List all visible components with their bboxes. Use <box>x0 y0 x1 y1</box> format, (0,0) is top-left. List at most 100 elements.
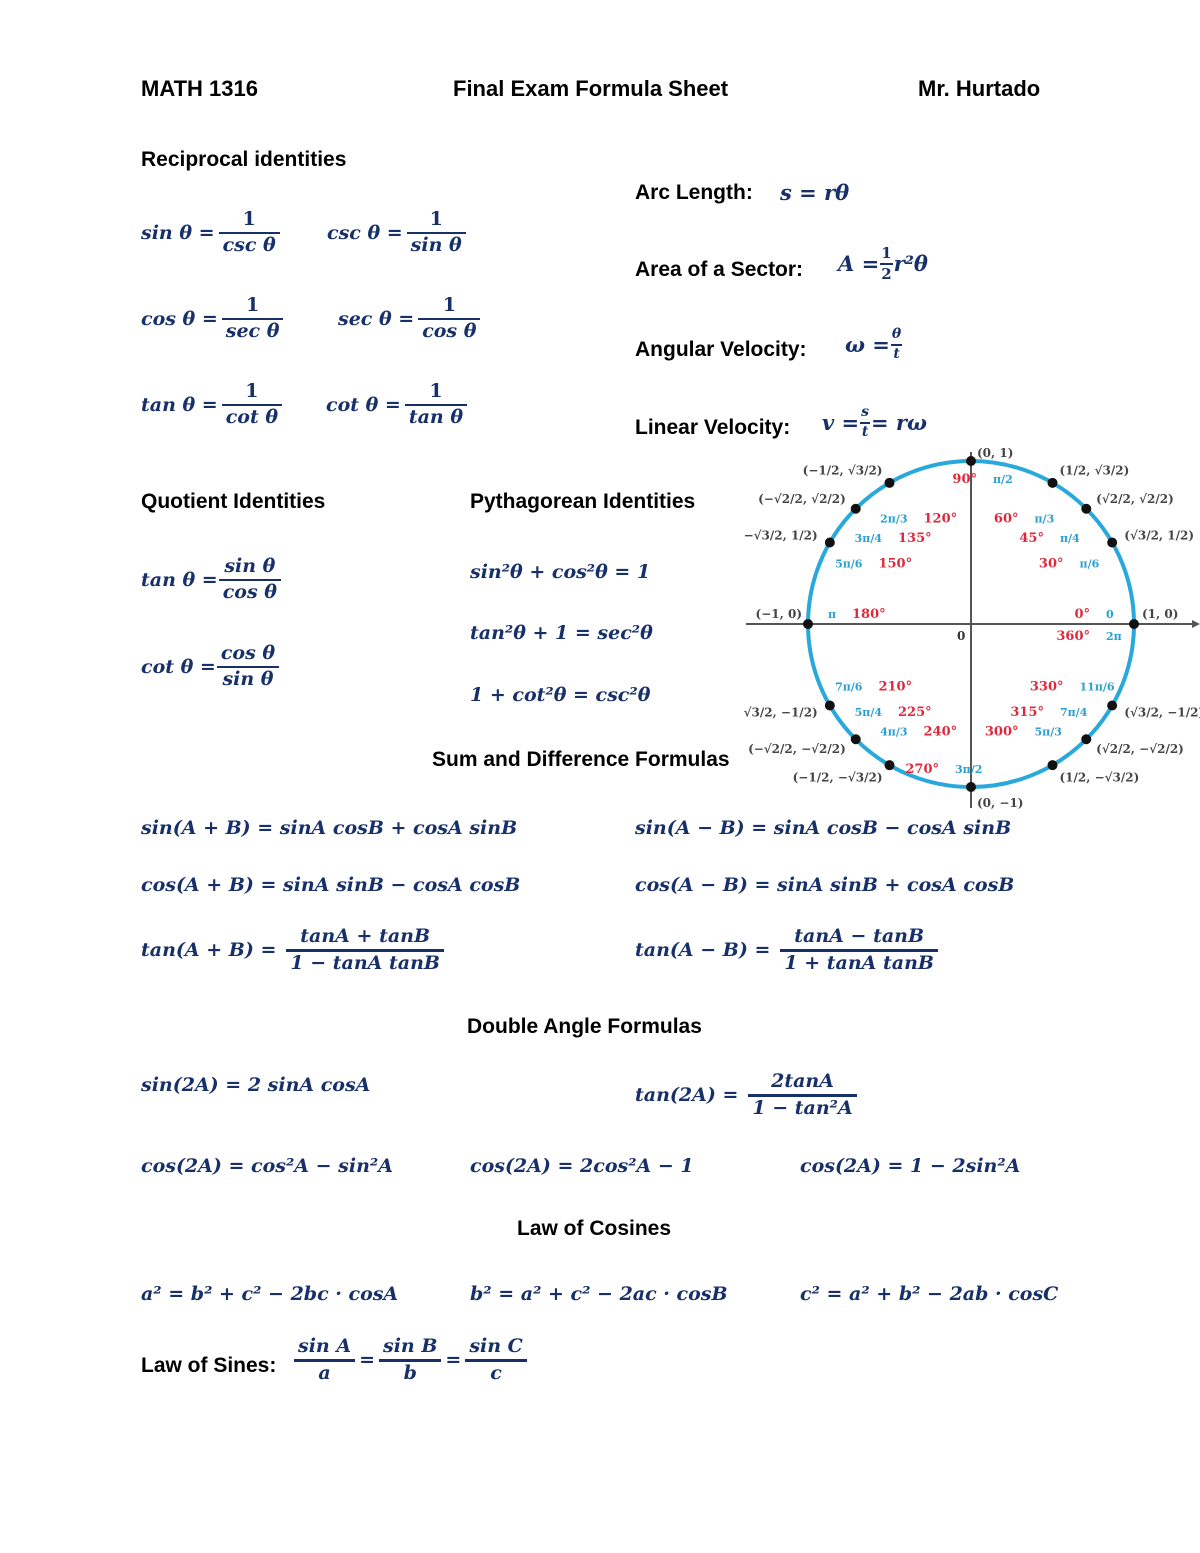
coordinate-label: (−1/2, √3/2) <box>803 464 883 478</box>
radian-label: 2π <box>1106 630 1122 643</box>
denominator: 1 + tanA tanB <box>784 951 934 974</box>
pythagorean-3: 1 + cot²θ = csc²θ <box>470 684 651 706</box>
sin-double: sin(2A) = 2 sinA cosA <box>141 1074 371 1096</box>
numerator: cos θ <box>220 642 276 664</box>
coordinate-label: (−√2/2, −√2/2) <box>748 742 846 756</box>
law-of-sines-formula: sin A a = sin B b = sin C c <box>290 1335 531 1386</box>
unit-circle-point <box>1107 537 1118 548</box>
radian-label: 4π/3 <box>880 726 907 739</box>
numerator: 1 <box>245 294 260 316</box>
denominator: 1 − tanA tanB <box>290 951 440 974</box>
pythagorean-1: sin²θ + cos²θ = 1 <box>470 561 651 583</box>
numerator: sin A <box>298 1335 352 1357</box>
denominator: cos θ <box>222 580 277 603</box>
unit-circle-point <box>1081 734 1092 745</box>
sin-sum: sin(A + B) = sinA cosB + cosA sinB <box>141 817 518 839</box>
numerator: 1 <box>442 294 456 316</box>
coordinate-label: (−1, 0) <box>756 607 802 621</box>
fraction: 1 sin θ <box>406 208 466 258</box>
degree-label: 330° <box>1030 680 1064 695</box>
lhs: cot θ = <box>141 655 216 678</box>
unit-circle-point <box>1107 700 1118 711</box>
course-code: MATH 1316 <box>141 76 258 101</box>
cos-double-3: cos(2A) = 1 − 2sin²A <box>800 1155 1021 1177</box>
denominator: sin θ <box>410 233 462 256</box>
denominator: a <box>318 1361 331 1384</box>
coordinate-label: (0, −1) <box>977 796 1023 810</box>
denominator: 1 − tan²A <box>752 1096 853 1119</box>
fraction: tanA − tanB 1 + tanA tanB <box>780 925 938 976</box>
coordinate-label: (√2/2, −√2/2) <box>1096 742 1184 756</box>
unit-circle-point <box>850 734 861 745</box>
recip-sin: sin θ = 1 csc θ <box>141 208 284 258</box>
degree-label: 45° <box>1019 531 1044 546</box>
pythagorean-2: tan²θ + 1 = sec²θ <box>470 622 653 644</box>
radian-label: 5π/4 <box>855 706 883 719</box>
denominator: b <box>403 1361 417 1384</box>
rhs: = rω <box>871 410 927 435</box>
unit-circle-point <box>1047 477 1058 488</box>
pythagorean-heading: Pythagorean Identities <box>470 490 696 513</box>
unit-circle-point <box>803 619 813 629</box>
lhs: tan(A + B) = <box>141 939 277 962</box>
coordinate-label: (√3/2, 1/2) <box>1124 529 1194 543</box>
linear-velocity-formula: v = st = rω <box>822 404 927 441</box>
coordinate-label: (√2/2, √2/2) <box>1096 492 1174 506</box>
angular-velocity-label: Angular Velocity: <box>635 338 807 361</box>
numerator: sin C <box>469 1335 523 1357</box>
numerator: 1 <box>429 380 443 402</box>
coordinate-label: (1/2, √3/2) <box>1060 464 1130 478</box>
origin-label: 0 <box>957 629 965 643</box>
fraction: 1 csc θ <box>218 208 280 258</box>
radian-label: 11π/6 <box>1080 681 1115 694</box>
sector-area-label: Area of a Sector: <box>635 258 804 281</box>
law-of-cosines-a: a² = b² + c² − 2bc · cosA <box>141 1283 399 1305</box>
tan-sum: tan(A + B) = tanA + tanB 1 − tanA tanB <box>141 925 448 976</box>
coordinate-label: (0, 1) <box>977 448 1013 460</box>
fraction: 1 sec θ <box>221 294 284 344</box>
rhs: r²θ <box>893 251 928 277</box>
coordinate-label: (−1/2, −√3/2) <box>793 770 883 784</box>
coordinate-label: (−√3/2, 1/2) <box>744 529 818 543</box>
law-of-cosines-c: c² = a² + b² − 2ab · cosC <box>800 1283 1059 1305</box>
denominator: sin θ <box>222 667 274 690</box>
degree-label: 225° <box>898 705 932 720</box>
sum-difference-heading: Sum and Difference Formulas <box>432 748 730 771</box>
degree-label: 30° <box>1039 557 1064 572</box>
lhs: tan(A − B) = <box>635 939 771 962</box>
recip-tan: tan θ = 1 cot θ <box>141 380 286 430</box>
unit-circle-point <box>1081 503 1092 514</box>
denominator: tan θ <box>408 405 464 428</box>
unit-circle-point <box>1129 619 1139 629</box>
lhs: tan θ = <box>141 568 218 591</box>
coordinate-label: (√3/2, −1/2) <box>1124 706 1200 720</box>
numerator: 2tanA <box>771 1070 834 1092</box>
denominator: t <box>893 345 900 362</box>
degree-label: 0° <box>1074 607 1090 622</box>
numerator: 1 <box>242 208 256 230</box>
cos-double-1: cos(2A) = cos²A − sin²A <box>141 1155 393 1177</box>
fraction: 2tanA 1 − tan²A <box>748 1070 857 1121</box>
double-angle-heading: Double Angle Formulas <box>467 1015 702 1038</box>
lhs: cot θ = <box>326 393 401 416</box>
lhs: tan(2A) = <box>635 1084 739 1107</box>
lhs: sec θ = <box>338 307 415 330</box>
numerator: s <box>861 404 869 420</box>
sin-difference: sin(A − B) = sinA cosB − cosA sinB <box>635 817 1012 839</box>
angular-velocity-formula: ω = θt <box>845 326 903 363</box>
unit-circle-point <box>966 456 976 466</box>
fraction: 12 <box>880 244 893 284</box>
radian-label: 5π/3 <box>1035 726 1062 739</box>
lhs: tan θ = <box>141 393 218 416</box>
radian-label: 5π/6 <box>835 558 863 571</box>
fraction-b: sin B b <box>379 1335 442 1386</box>
coordinate-label: (1, 0) <box>1142 607 1178 621</box>
fraction: st <box>860 404 870 441</box>
linear-velocity-label: Linear Velocity: <box>635 416 791 439</box>
degree-label: 120° <box>924 511 958 526</box>
radian-label: π <box>828 608 836 621</box>
degree-label: 360° <box>1056 629 1090 644</box>
unit-circle-point <box>824 700 835 711</box>
numerator: tanA + tanB <box>300 925 431 947</box>
recip-cot: cot θ = 1 tan θ <box>326 380 471 430</box>
